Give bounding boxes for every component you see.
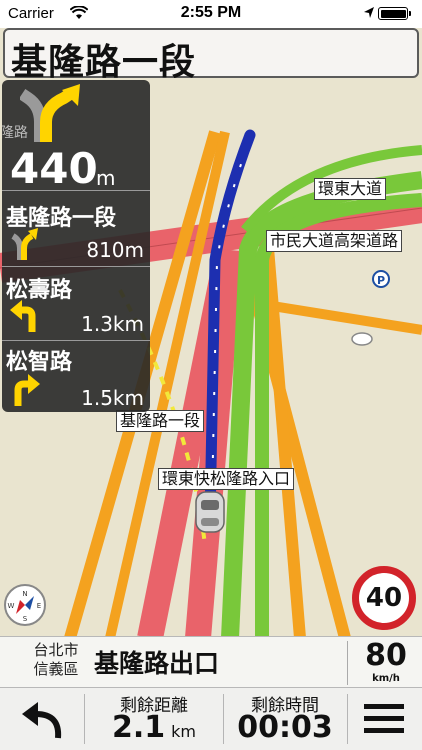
hamburger-menu-icon — [364, 704, 404, 733]
divider — [2, 190, 150, 191]
turn-right-icon — [14, 374, 40, 406]
svg-text:N: N — [22, 590, 27, 598]
step-distance-3: 1.5km — [81, 386, 144, 410]
remaining-distance[interactable]: 剩餘距離 2.1 km — [85, 688, 223, 750]
bottom-toolbar: 剩餘距離 2.1 km 剩餘時間 00:03 — [0, 688, 422, 750]
map-label-civic-elevated: 市民大道高架道路 — [266, 230, 403, 252]
back-arrow-icon — [22, 702, 62, 739]
svg-text:P: P — [377, 274, 385, 287]
step-distance-2: 1.3km — [81, 312, 144, 336]
district-label: 信義區 — [33, 660, 79, 678]
next-road-label: 基隆路出口 — [94, 649, 220, 678]
location-arrow-icon — [364, 7, 374, 18]
next-turn-distance: 440 — [10, 144, 98, 193]
turn-left-icon — [10, 300, 36, 332]
city-label: 台北市 — [33, 641, 79, 659]
back-button[interactable] — [0, 688, 84, 750]
divider — [2, 340, 150, 341]
map-label-ring-east: 環東大道 — [314, 178, 387, 200]
svg-text:W: W — [8, 602, 15, 610]
next-turn-unit: m — [96, 166, 116, 190]
map-label-keelung-rd: 基隆路一段 — [116, 410, 205, 432]
speed-limit-sign: 40 — [352, 566, 416, 630]
speed-unit: km/h — [372, 673, 400, 684]
menu-button[interactable] — [348, 688, 422, 750]
remaining-distance-value: 2.1 — [111, 710, 166, 745]
remaining-distance-value-row: 2.1 km — [85, 710, 223, 745]
compass-button[interactable]: N S W E — [4, 584, 46, 626]
speed-limit-value: 40 — [365, 583, 403, 613]
remaining-distance-unit: km — [171, 722, 196, 741]
map-label-ramp: 環東快松隆路入口 — [158, 468, 295, 490]
step-distance-1: 810m — [86, 238, 144, 262]
battery-icon — [378, 7, 411, 20]
info-bar: 台北市 信義區 基隆路出口 80 km/h — [0, 636, 422, 688]
location-district: 台北市 信義區 — [24, 641, 88, 679]
remaining-time[interactable]: 剩餘時間 00:03 — [224, 688, 346, 750]
compass-icon: N S W E — [8, 590, 42, 623]
clock: 2:55 PM — [180, 4, 242, 21]
current-speed: 80 — [365, 638, 407, 673]
keep-right-fork-icon — [20, 84, 80, 142]
turn-guidance-panel[interactable]: 隆路 440 m 基隆路一段 810m 松壽路 1.3km 松智路 1.5km — [2, 80, 150, 412]
svg-text:E: E — [37, 602, 41, 610]
remaining-time-value: 00:03 — [237, 710, 333, 745]
current-road-banner: 基隆路一段 — [3, 28, 419, 83]
keep-right-fork-icon — [11, 228, 38, 260]
svg-text:S: S — [23, 615, 28, 623]
status-bar: Carrier 2:55 PM — [0, 0, 422, 28]
divider — [2, 266, 150, 267]
divider — [347, 641, 348, 685]
